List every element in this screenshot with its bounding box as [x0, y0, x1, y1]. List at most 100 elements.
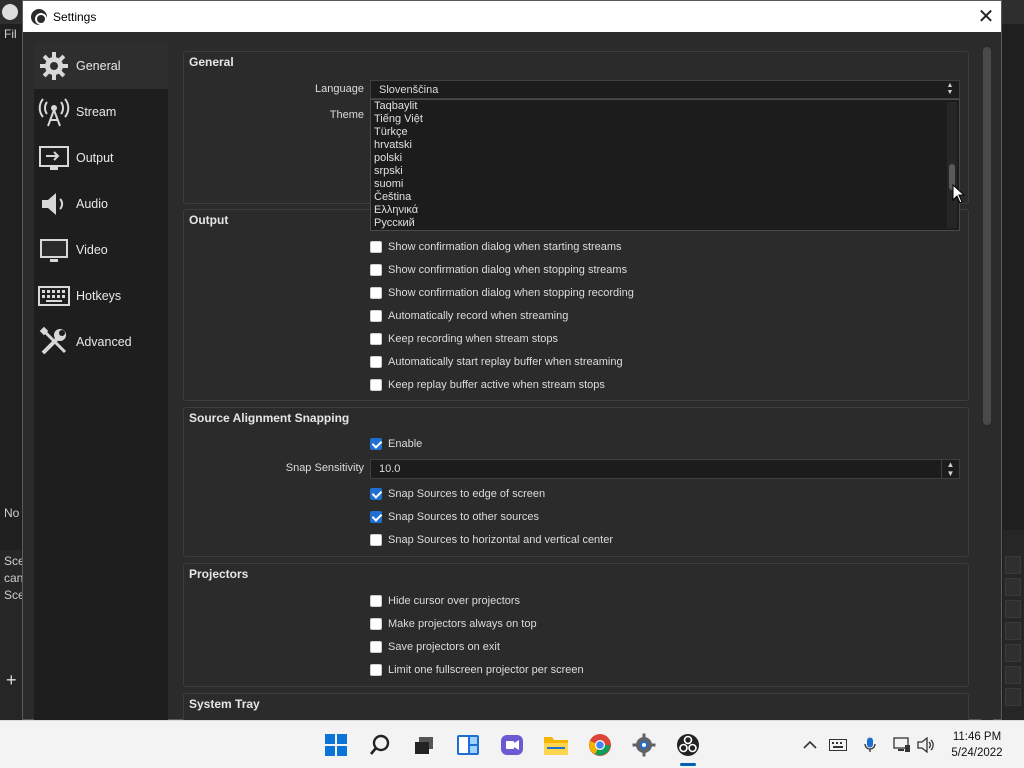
dropdown-scrollbar[interactable]	[947, 102, 957, 228]
spin-down-button[interactable]: ▼	[941, 469, 959, 478]
active-app-indicator	[680, 763, 696, 766]
settings-scrollbar[interactable]	[981, 43, 993, 721]
output-checkbox-row[interactable]: Automatically start replay buffer when s…	[370, 354, 623, 370]
snapping-checkbox-row[interactable]: Snap Sources to edge of screen	[370, 486, 545, 502]
checkbox-checked[interactable]	[370, 488, 382, 500]
obs-left-text: No	[4, 506, 20, 520]
broadcast-tower-icon	[38, 96, 70, 128]
file-explorer-icon[interactable]	[542, 731, 570, 759]
sidebar-item-video[interactable]: Video	[34, 227, 168, 273]
sidebar-item-label: Audio	[76, 197, 108, 211]
sidebar-item-stream[interactable]: Stream	[34, 89, 168, 135]
sidebar-item-label: General	[76, 59, 121, 73]
obs-add-scene-button[interactable]: +	[6, 670, 17, 691]
checkbox-label: Make projectors always on top	[388, 618, 537, 630]
volume-icon[interactable]	[916, 735, 936, 755]
settings-window: Settings ✕ General Stream Output Audio V…	[22, 0, 1002, 721]
projectors-checkbox-row[interactable]: Limit one fullscreen projector per scree…	[370, 662, 584, 678]
settings-sidebar: General Stream Output Audio Video Hotkey…	[34, 43, 168, 721]
language-dropdown-list[interactable]: Taqbaylit Tiếng Việt Türkçe hrvatski pol…	[370, 99, 960, 231]
projectors-checkbox-row[interactable]: Make projectors always on top	[370, 616, 537, 632]
sidebar-item-general[interactable]: General	[34, 43, 168, 89]
language-select[interactable]: Slovenščina ▲ ▼	[370, 80, 960, 99]
language-option[interactable]: Русский	[371, 217, 959, 230]
checkbox[interactable]	[370, 595, 382, 607]
general-group: General Language Slovenščina ▲ ▼ Theme Ta…	[183, 51, 969, 231]
settings-titlebar[interactable]: Settings ✕	[23, 1, 1001, 32]
sidebar-item-label: Stream	[76, 105, 117, 119]
network-icon[interactable]	[892, 735, 912, 755]
language-option[interactable]: hrvatski	[371, 139, 959, 152]
checkbox[interactable]	[370, 379, 382, 391]
snapping-enable-row[interactable]: Enable	[370, 436, 422, 452]
checkbox[interactable]	[370, 618, 382, 630]
language-option[interactable]: Taqbaylit	[371, 100, 959, 113]
window-title: Settings	[53, 9, 97, 24]
output-checkbox-row[interactable]: Keep replay buffer active when stream st…	[370, 377, 605, 393]
obs-icon[interactable]	[674, 731, 702, 759]
chrome-icon[interactable]	[586, 731, 614, 759]
start-icon[interactable]	[322, 731, 350, 759]
tools-icon	[38, 326, 70, 358]
taskbar-clock[interactable]: 11:46 PM 5/24/2022	[940, 729, 1014, 761]
search-icon[interactable]	[366, 731, 394, 759]
sidebar-item-advanced[interactable]: Advanced	[34, 319, 168, 365]
obs-menu-file[interactable]: Fil	[4, 27, 17, 41]
group-title: Projectors	[189, 567, 249, 581]
checkbox[interactable]	[370, 664, 382, 676]
task-view-icon[interactable]	[410, 731, 438, 759]
checkbox[interactable]	[370, 264, 382, 276]
obs-right-cell	[1005, 688, 1021, 706]
projectors-checkbox-row[interactable]: Save projectors on exit	[370, 639, 500, 655]
checkbox-label: Show confirmation dialog when stopping r…	[388, 287, 634, 299]
output-checkbox-row[interactable]: Show confirmation dialog when stopping r…	[370, 285, 634, 301]
spin-up-button[interactable]: ▲	[941, 460, 959, 469]
system-tray-group: System Tray	[183, 693, 969, 721]
checkbox[interactable]	[370, 241, 382, 253]
language-option[interactable]: Türkçe	[371, 126, 959, 139]
widgets-icon[interactable]	[454, 731, 482, 759]
checkbox[interactable]	[370, 333, 382, 345]
sidebar-item-output[interactable]: Output	[34, 135, 168, 181]
checkbox[interactable]	[370, 310, 382, 322]
chevron-up-icon[interactable]	[800, 735, 820, 755]
settings-icon[interactable]	[630, 731, 658, 759]
sidebar-item-hotkeys[interactable]: Hotkeys	[34, 273, 168, 319]
checkbox-label: Hide cursor over projectors	[388, 595, 521, 607]
output-checkbox-row[interactable]: Show confirmation dialog when starting s…	[370, 239, 622, 255]
projectors-group: Projectors Hide cursor over projectors M…	[183, 563, 969, 687]
checkbox[interactable]	[370, 356, 382, 368]
close-button[interactable]: ✕	[971, 1, 1001, 32]
language-option[interactable]: Ελληνικά	[371, 204, 959, 217]
checkbox[interactable]	[370, 534, 382, 546]
settings-content: General Language Slovenščina ▲ ▼ Theme Ta…	[183, 51, 971, 721]
snapping-checkbox-row[interactable]: Snap Sources to other sources	[370, 509, 539, 525]
language-option[interactable]: srpski	[371, 165, 959, 178]
output-checkbox-row[interactable]: Automatically record when streaming	[370, 308, 568, 324]
keyboard-icon[interactable]	[828, 735, 848, 755]
chat-icon[interactable]	[498, 731, 526, 759]
snapping-checkbox-row[interactable]: Snap Sources to horizontal and vertical …	[370, 532, 613, 548]
language-option[interactable]: Tiếng Việt	[371, 113, 959, 126]
language-option[interactable]: suomi	[371, 178, 959, 191]
sidebar-item-label: Hotkeys	[76, 289, 122, 303]
sidebar-item-label: Output	[76, 151, 114, 165]
monitor-icon	[38, 234, 70, 266]
language-label: Language	[315, 83, 364, 95]
obs-right-cell	[1005, 666, 1021, 684]
sidebar-item-audio[interactable]: Audio	[34, 181, 168, 227]
checkbox-checked[interactable]	[370, 438, 382, 450]
sidebar-item-label: Video	[76, 243, 108, 257]
language-option[interactable]: Čeština	[371, 191, 959, 204]
checkbox[interactable]	[370, 641, 382, 653]
language-option[interactable]: polski	[371, 152, 959, 165]
checkbox-checked[interactable]	[370, 511, 382, 523]
output-checkbox-row[interactable]: Show confirmation dialog when stopping s…	[370, 262, 627, 278]
settings-scroll-thumb[interactable]	[983, 47, 991, 425]
snap-sensitivity-spinbox[interactable]: 10.0 ▲ ▼	[370, 459, 960, 479]
checkbox-label: Show confirmation dialog when stopping s…	[388, 264, 628, 276]
checkbox[interactable]	[370, 287, 382, 299]
microphone-icon[interactable]	[860, 735, 880, 755]
projectors-checkbox-row[interactable]: Hide cursor over projectors	[370, 593, 520, 609]
output-checkbox-row[interactable]: Keep recording when stream stops	[370, 331, 558, 347]
